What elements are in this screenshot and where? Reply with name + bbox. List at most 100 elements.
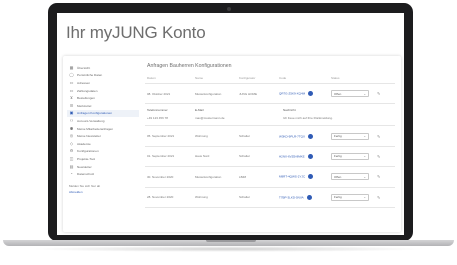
chevron-down-icon: ⌄ — [363, 134, 366, 139]
row-configurator: Schalter — [239, 154, 251, 159]
laptop-notch — [206, 240, 256, 242]
info-icon[interactable] — [306, 194, 312, 200]
config-icon: ▣ — [69, 110, 74, 116]
row-code-cell: T7BP-3LKD-5NVA — [279, 194, 331, 200]
laptop-shadow — [30, 246, 427, 252]
logout-link[interactable]: Abmelden — [69, 190, 139, 194]
sidebar-item-label: Persönliche Daten — [77, 73, 103, 78]
status-value: Fertig — [334, 154, 342, 159]
section-title: Anfragen Bauherren Konfigurationen — [147, 63, 232, 69]
sidebar-item-label: Adressen — [77, 80, 91, 85]
sidebar-item-addresses[interactable]: ▭ Adressen — [67, 79, 139, 87]
sidebar-item-configuration-requests[interactable]: ▣ Anfragen Konfigurationen — [67, 109, 139, 118]
sidebar-item-label: Übersicht — [77, 65, 91, 70]
sidebar-footer-text: Melden Sie sich hier ab — [69, 183, 101, 188]
sidebar-item-privacy[interactable]: ◔ Datenschutz — [67, 170, 139, 178]
chevron-down-icon: ⌄ — [363, 174, 366, 179]
sidebar-item-label: Zahlungsdaten — [77, 88, 98, 93]
row-status-cell: Fertig ⌄ — [331, 193, 377, 201]
row-date: 01. September 2021 — [147, 154, 175, 159]
info-icon[interactable] — [308, 133, 314, 139]
row-code-link[interactable]: QR7G-Z5K9-XQ4M — [279, 91, 305, 95]
camera-icon — [227, 7, 231, 11]
edit-icon[interactable]: ✎ — [377, 91, 389, 96]
sidebar-item-label: Konfigurationen — [77, 149, 99, 154]
sidebar-item-projects-tool[interactable]: ◫ Projekte-Tool — [67, 155, 139, 163]
chevron-down-icon: ⌄ — [363, 91, 366, 96]
status-select[interactable]: Fertig ⌄ — [331, 152, 369, 160]
edit-icon[interactable]: ✎ — [377, 195, 389, 200]
sidebar-item-wishlist[interactable]: ☰ Merkzettel — [67, 102, 139, 110]
cart-icon: ⊻ — [70, 95, 73, 101]
detail-value-message: Ich freue mich auf Ihre Rückmeldung. — [283, 116, 333, 121]
edit-icon[interactable]: ✎ — [377, 154, 389, 159]
sidebar-item-account-management[interactable]: ⚇ Account-Verwaltung — [67, 117, 139, 125]
sidebar-item-academy[interactable]: ◇ Akademie — [67, 140, 139, 148]
row-code-link[interactable]: W3KD-9PLR-7TQX — [279, 134, 305, 138]
sidebar-item-label: Akademie — [77, 141, 91, 146]
chevron-down-icon: ⌄ — [363, 154, 366, 159]
row-date: 28. November 2020 — [147, 195, 174, 200]
sidebar-item-my-newsletters[interactable]: ◎ Meine Newsletter — [67, 132, 139, 140]
sidebar-item-orders[interactable]: ⊻ Bestellungen — [67, 94, 139, 102]
row-code-cell: QR7G-Z5K9-XQ4M — [279, 91, 331, 97]
row-date: 30. November 2020 — [147, 174, 174, 179]
sidebar-item-employee-requests[interactable]: ⚉ Meine Mitarbeiteranfragen — [67, 125, 139, 133]
sidebar-item-label: Anfragen Konfigurationen — [77, 111, 113, 116]
card-icon: ▭ — [69, 87, 74, 93]
column-header-name: Name — [195, 76, 204, 80]
sidebar: ▦ Übersicht ◯ Persönliche Daten ▭ Adress… — [67, 64, 139, 194]
row-configurator: Schalter — [239, 195, 251, 200]
table-row[interactable]: 05. September 2021 Wohnung Schalter W3KD… — [145, 126, 395, 147]
row-code-link[interactable]: H2NX-6VZB-8MKE — [279, 154, 305, 158]
sidebar-item-payment[interactable]: ▭ Zahlungsdaten — [67, 87, 139, 95]
chevron-down-icon: ⌄ — [363, 195, 366, 200]
grid-icon: ▦ — [69, 64, 74, 70]
sidebar-item-personal-data[interactable]: ◯ Persönliche Daten — [67, 72, 139, 80]
row-status-cell: Offen ⌄ — [331, 173, 377, 181]
column-header-actions — [377, 76, 389, 80]
sidebar-item-overview[interactable]: ▦ Übersicht — [67, 64, 139, 72]
row-code-link[interactable]: M9RT-4QWS-2YJC — [279, 175, 305, 179]
edit-icon[interactable]: ✎ — [377, 134, 389, 139]
column-header-code: Code — [279, 76, 287, 80]
status-select[interactable]: Offen ⌄ — [331, 173, 369, 181]
info-icon[interactable] — [308, 91, 314, 97]
newsletter-icon: ▤ — [69, 163, 74, 169]
row-date: 05. September 2021 — [147, 134, 175, 139]
table-row[interactable]: 28. November 2020 Wohnung Schalter T7BP-… — [145, 188, 395, 208]
team-icon: ⚉ — [69, 125, 74, 131]
row-name: Musterkonfiguration — [195, 174, 222, 179]
row-status-cell: Fertig ⌄ — [331, 152, 377, 160]
detail-label-email: E-Mail — [195, 108, 204, 113]
laptop-lid: Ihr myJUNG Konto ▦ Übersicht ◯ Persönlic… — [48, 3, 413, 241]
column-header-date: Datum — [147, 76, 156, 80]
sidebar-item-configurations[interactable]: ⚙ Konfigurationen — [67, 148, 139, 156]
edit-icon[interactable]: ✎ — [377, 174, 389, 179]
status-value: Offen — [334, 174, 342, 179]
gear-icon: ⚙ — [69, 148, 74, 154]
screen: Ihr myJUNG Konto ▦ Übersicht ◯ Persönlic… — [57, 13, 404, 235]
info-icon[interactable] — [308, 174, 314, 180]
sidebar-item-newsletter[interactable]: ▤ Newsletter — [67, 163, 139, 171]
column-header-configurator: Konfigurator — [239, 76, 256, 80]
row-name: Wohnung — [195, 134, 208, 139]
address-icon: ▭ — [69, 79, 74, 85]
table-row[interactable]: 30. November 2020 Musterkonfiguration LB… — [145, 167, 395, 188]
page-title: Ihr myJUNG Konto — [66, 23, 206, 42]
table-row[interactable]: 01. September 2021 Haus Nord Schalter H2… — [145, 147, 395, 168]
status-select[interactable]: Offen ⌄ — [331, 90, 369, 98]
status-select[interactable]: Fertig ⌄ — [331, 132, 369, 140]
sidebar-item-label: Meine Mitarbeiteranfragen — [77, 126, 114, 131]
lock-icon: ◔ — [70, 171, 73, 177]
status-select[interactable]: Fertig ⌄ — [331, 193, 369, 201]
row-code-link[interactable]: T7BP-3LKD-5NVA — [279, 195, 304, 199]
detail-label-phone: Telefonnummer — [147, 108, 168, 113]
sidebar-item-label: Datenschutz — [77, 172, 95, 177]
status-value: Fertig — [334, 134, 342, 139]
row-code-cell: M9RT-4QWS-2YJC — [279, 174, 331, 180]
table-row[interactable]: 08. Oktober 2021 Musterkonfiguration JUN… — [145, 84, 395, 105]
info-icon[interactable] — [307, 153, 313, 159]
sidebar-item-label: Account-Verwaltung — [77, 118, 105, 123]
status-value: Fertig — [334, 195, 342, 200]
